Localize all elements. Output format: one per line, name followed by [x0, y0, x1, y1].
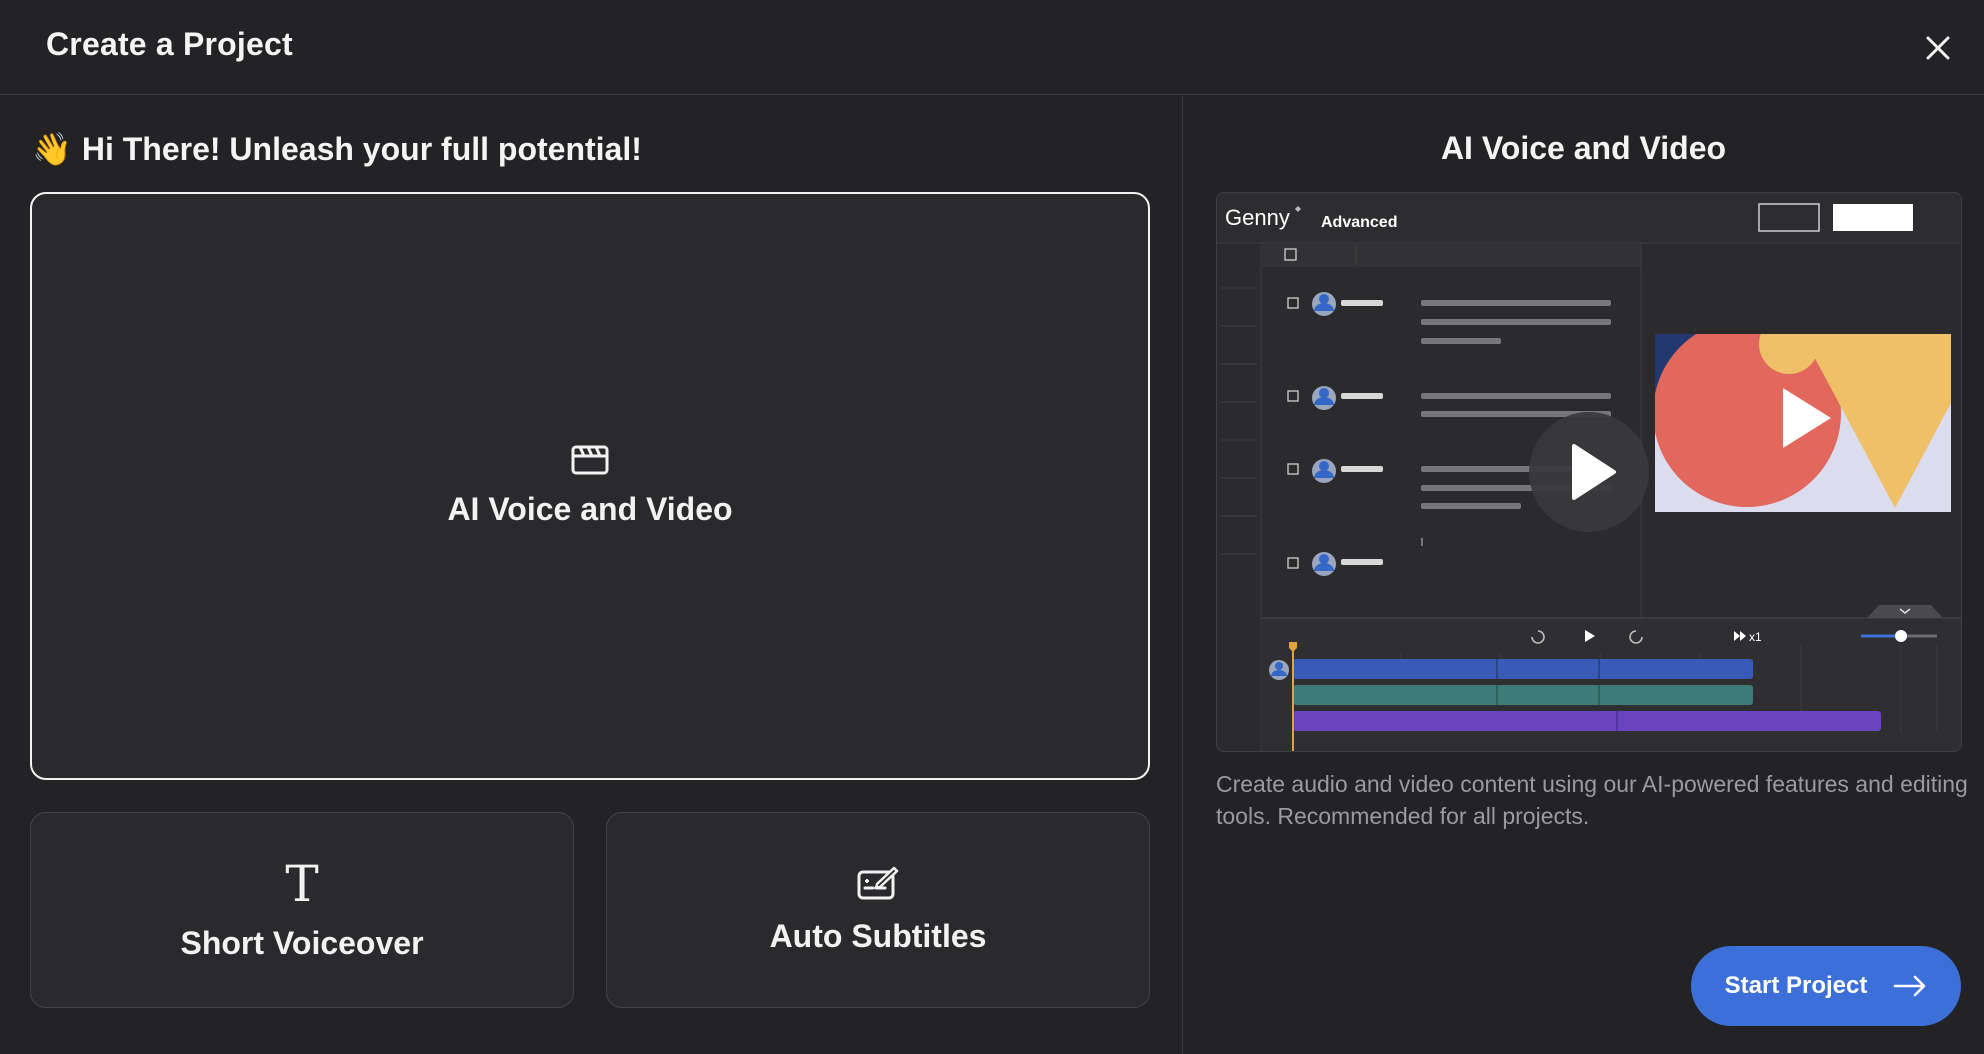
close-button[interactable]	[1918, 28, 1958, 68]
start-project-button[interactable]: Start Project	[1691, 946, 1961, 1026]
text-t-icon: T	[285, 854, 319, 913]
clapperboard-icon	[571, 445, 609, 474]
preview-logo: Genny	[1225, 205, 1290, 230]
option-short-voiceover[interactable]: T Short Voiceover	[30, 812, 574, 1008]
close-icon	[1926, 36, 1950, 60]
editor-preview-illustration: Genny Advanced x1	[1217, 193, 1961, 751]
dialog-title: Create a Project	[46, 26, 293, 62]
greeting-heading: 👋 Hi There! Unleash your full potential!	[32, 130, 642, 168]
preview-image: Genny Advanced x1	[1216, 192, 1962, 752]
option-ai-voice-and-video[interactable]: AI Voice and Video	[30, 192, 1150, 780]
option-label: AI Voice and Video	[447, 490, 733, 527]
speed-label: x1	[1749, 630, 1762, 644]
option-label: Short Voiceover	[180, 924, 424, 961]
greeting-text: Hi There! Unleash your full potential!	[81, 131, 642, 167]
preview-title: AI Voice and Video	[1440, 130, 1727, 166]
pane-divider	[1182, 96, 1183, 1054]
option-auto-subtitles[interactable]: Auto Subtitles	[606, 812, 1150, 1008]
dialog-header: Create a Project	[0, 0, 1984, 95]
start-project-label: Start Project	[1724, 972, 1868, 999]
subtitles-edit-icon	[857, 866, 899, 899]
waving-hand-icon: 👋	[32, 131, 72, 167]
preview-mode-label: Advanced	[1321, 214, 1397, 231]
preview-description: Create audio and video content using our…	[1216, 771, 1968, 829]
option-label: Auto Subtitles	[769, 917, 987, 954]
arrow-right-icon	[1894, 975, 1926, 997]
